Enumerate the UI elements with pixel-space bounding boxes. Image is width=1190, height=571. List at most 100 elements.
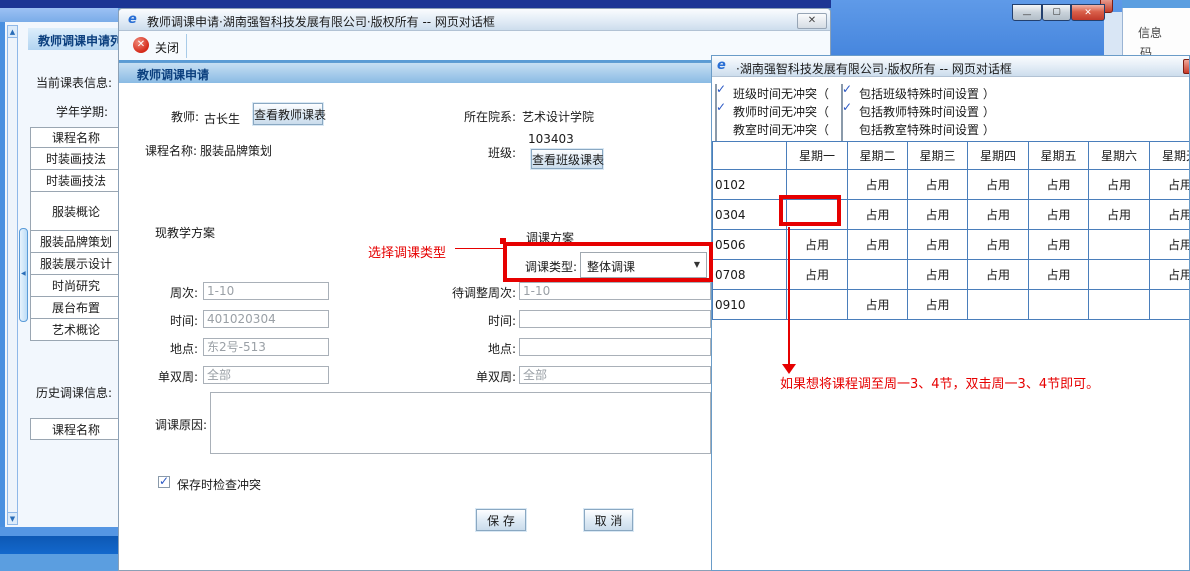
schedule-cell[interactable] bbox=[1089, 290, 1150, 320]
schedule-table: 星期一 星期二 星期三 星期四 星期五 星期六 星期天 0102 占用 占用 占… bbox=[712, 141, 1190, 320]
cur-place-label: 地点: bbox=[138, 340, 198, 357]
course-list-item[interactable]: 服装品牌策划 bbox=[31, 231, 122, 253]
maximize-button[interactable]: ▢ bbox=[1042, 4, 1071, 21]
dialog-close-button[interactable]: ✕ bbox=[797, 13, 827, 29]
schedule-cell[interactable]: 占用 bbox=[787, 230, 848, 260]
history-table: 课程名称 bbox=[30, 418, 122, 440]
close-button[interactable]: ✕ bbox=[1071, 4, 1105, 21]
schedule-cell[interactable]: 占用 bbox=[1089, 200, 1150, 230]
screen: 信息 码 — ▢ ✕ ▲ ▼ ◀ 教师调课申请列 当前课表信息: 学年学期: 课… bbox=[0, 0, 1190, 571]
annotation-connector-line bbox=[455, 248, 503, 249]
section-title: 教师调课申请 bbox=[137, 66, 209, 83]
app-top-strip bbox=[0, 0, 831, 8]
save-button[interactable]: 保 存 bbox=[476, 509, 526, 531]
scroll-down-icon[interactable]: ▼ bbox=[7, 512, 18, 525]
period-label: 0304 bbox=[713, 200, 787, 230]
room-special-checkbox[interactable] bbox=[841, 120, 843, 141]
course-list-header: 课程名称 bbox=[31, 128, 122, 148]
course-list-item[interactable]: 时尚研究 bbox=[31, 275, 122, 297]
ie-icon: e bbox=[128, 12, 137, 27]
adj-parity-input[interactable]: 全部 bbox=[519, 366, 711, 384]
schedule-cell[interactable]: 占用 bbox=[1150, 260, 1190, 290]
schedule-cell[interactable]: 占用 bbox=[908, 260, 968, 290]
course-list-item[interactable]: 艺术概论 bbox=[31, 319, 122, 341]
cur-place-input[interactable]: 东2号-513 bbox=[203, 338, 329, 356]
schedule-row: 0506 占用 占用 占用 占用 占用 占用 bbox=[713, 230, 1190, 260]
conflict-option-row: 班级时间无冲突（ 包括班级特殊时间设置 ） bbox=[712, 84, 1190, 101]
schedule-cell[interactable]: 占用 bbox=[1150, 230, 1190, 260]
cur-week-label: 周次: bbox=[138, 284, 198, 301]
schedule-cell[interactable] bbox=[848, 260, 908, 290]
left-scrollbar[interactable] bbox=[7, 25, 18, 525]
course-list-table: 课程名称 时装画技法 时装画技法 服装概论 服装品牌策划 服装展示设计 时尚研究… bbox=[30, 127, 122, 341]
conflict-option-row: 教师时间无冲突（ 包括教师特殊时间设置 ） bbox=[712, 102, 1190, 119]
course-list-item[interactable]: 时装画技法 bbox=[31, 170, 122, 192]
schedule-cell[interactable]: 占用 bbox=[968, 200, 1029, 230]
schedule-day-header: 星期一 bbox=[787, 142, 848, 170]
schedule-cell[interactable]: 占用 bbox=[1029, 200, 1089, 230]
schedule-cell[interactable]: 占用 bbox=[908, 230, 968, 260]
schedule-cell[interactable]: 占用 bbox=[848, 200, 908, 230]
panel-collapse-handle[interactable]: ◀ bbox=[19, 228, 28, 322]
main-dialog-title: 教师调课申请·湖南强智科技发展有限公司·版权所有 -- 网页对话框 bbox=[147, 13, 495, 30]
schedule-cell[interactable]: 占用 bbox=[1029, 230, 1089, 260]
schedule-cell[interactable]: 占用 bbox=[908, 200, 968, 230]
schedule-cell[interactable] bbox=[787, 290, 848, 320]
reason-label: 调课原因: bbox=[155, 416, 207, 433]
current-info-label: 当前课表信息: bbox=[36, 74, 112, 91]
background-window-edge bbox=[1104, 12, 1122, 56]
adj-week-input[interactable]: 1-10 bbox=[519, 282, 711, 300]
cur-week-input[interactable]: 1-10 bbox=[203, 282, 329, 300]
schedule-cell[interactable]: 占用 bbox=[1089, 170, 1150, 200]
room-conflict-checkbox[interactable] bbox=[715, 120, 717, 141]
course-name-value: 服装品牌策划 bbox=[200, 142, 272, 159]
main-dialog-titlebar[interactable]: e 教师调课申请·湖南强智科技发展有限公司·版权所有 -- 网页对话框 ✕ bbox=[119, 9, 831, 31]
toolbar-close-button[interactable]: 关闭 bbox=[155, 39, 179, 56]
schedule-cell[interactable]: 占用 bbox=[1029, 170, 1089, 200]
annotation-dropdown-rect bbox=[503, 242, 713, 282]
course-list-item[interactable]: 展台布置 bbox=[31, 297, 122, 319]
history-table-header: 课程名称 bbox=[31, 419, 122, 440]
schedule-cell[interactable] bbox=[968, 290, 1029, 320]
schedule-cell[interactable]: 占用 bbox=[787, 260, 848, 290]
schedule-cell[interactable]: 占用 bbox=[848, 230, 908, 260]
schedule-cell[interactable]: 占用 bbox=[1029, 260, 1089, 290]
course-list-item[interactable]: 时装画技法 bbox=[31, 148, 122, 170]
schedule-cell[interactable]: 占用 bbox=[908, 170, 968, 200]
current-plan-title: 现教学方案 bbox=[155, 224, 215, 241]
schedule-cell[interactable]: 占用 bbox=[848, 290, 908, 320]
adj-place-input[interactable] bbox=[519, 338, 711, 356]
schedule-cell[interactable]: 占用 bbox=[908, 290, 968, 320]
cur-parity-input[interactable]: 全部 bbox=[203, 366, 329, 384]
period-label: 0102 bbox=[713, 170, 787, 200]
schedule-cell[interactable]: 占用 bbox=[968, 170, 1029, 200]
course-list-item[interactable]: 服装展示设计 bbox=[31, 253, 122, 275]
minimize-button[interactable]: — bbox=[1012, 4, 1042, 21]
schedule-cell[interactable]: 占用 bbox=[968, 260, 1029, 290]
adj-parity-label: 单双周: bbox=[456, 368, 516, 385]
adj-time-input[interactable] bbox=[519, 310, 711, 328]
background-partial-text-top: 信息 bbox=[1138, 24, 1162, 41]
schedule-cell[interactable]: 占用 bbox=[1150, 170, 1190, 200]
view-teacher-schedule-button[interactable]: 查看教师课表 bbox=[253, 103, 323, 125]
schedule-cell[interactable] bbox=[1089, 230, 1150, 260]
check-conflict-checkbox[interactable] bbox=[158, 476, 170, 488]
schedule-cell[interactable]: 占用 bbox=[848, 170, 908, 200]
view-class-schedule-button[interactable]: 查看班级课表 bbox=[531, 149, 603, 169]
schedule-cell[interactable] bbox=[1029, 290, 1089, 320]
right-dialog-close-button[interactable] bbox=[1183, 59, 1190, 74]
schedule-cell[interactable] bbox=[1089, 260, 1150, 290]
schedule-cell[interactable]: 占用 bbox=[1150, 200, 1190, 230]
annotation-cell-rect bbox=[779, 195, 841, 226]
right-dialog-titlebar[interactable]: e ·湖南强智科技发展有限公司·版权所有 -- 网页对话框 bbox=[712, 56, 1190, 77]
schedule-cell[interactable] bbox=[1150, 290, 1190, 320]
course-list-item[interactable]: 服装概论 bbox=[31, 192, 122, 231]
cancel-button[interactable]: 取 消 bbox=[584, 509, 633, 531]
reason-textarea[interactable] bbox=[210, 392, 711, 454]
right-dialog: e ·湖南强智科技发展有限公司·版权所有 -- 网页对话框 班级时间无冲突（ 包… bbox=[711, 55, 1190, 571]
schedule-cell[interactable]: 占用 bbox=[968, 230, 1029, 260]
room-conflict-label: 教室时间无冲突（ bbox=[733, 121, 829, 138]
cur-time-input[interactable]: 401020304 bbox=[203, 310, 329, 328]
schedule-day-header: 星期四 bbox=[968, 142, 1029, 170]
scroll-up-icon[interactable]: ▲ bbox=[7, 25, 18, 38]
